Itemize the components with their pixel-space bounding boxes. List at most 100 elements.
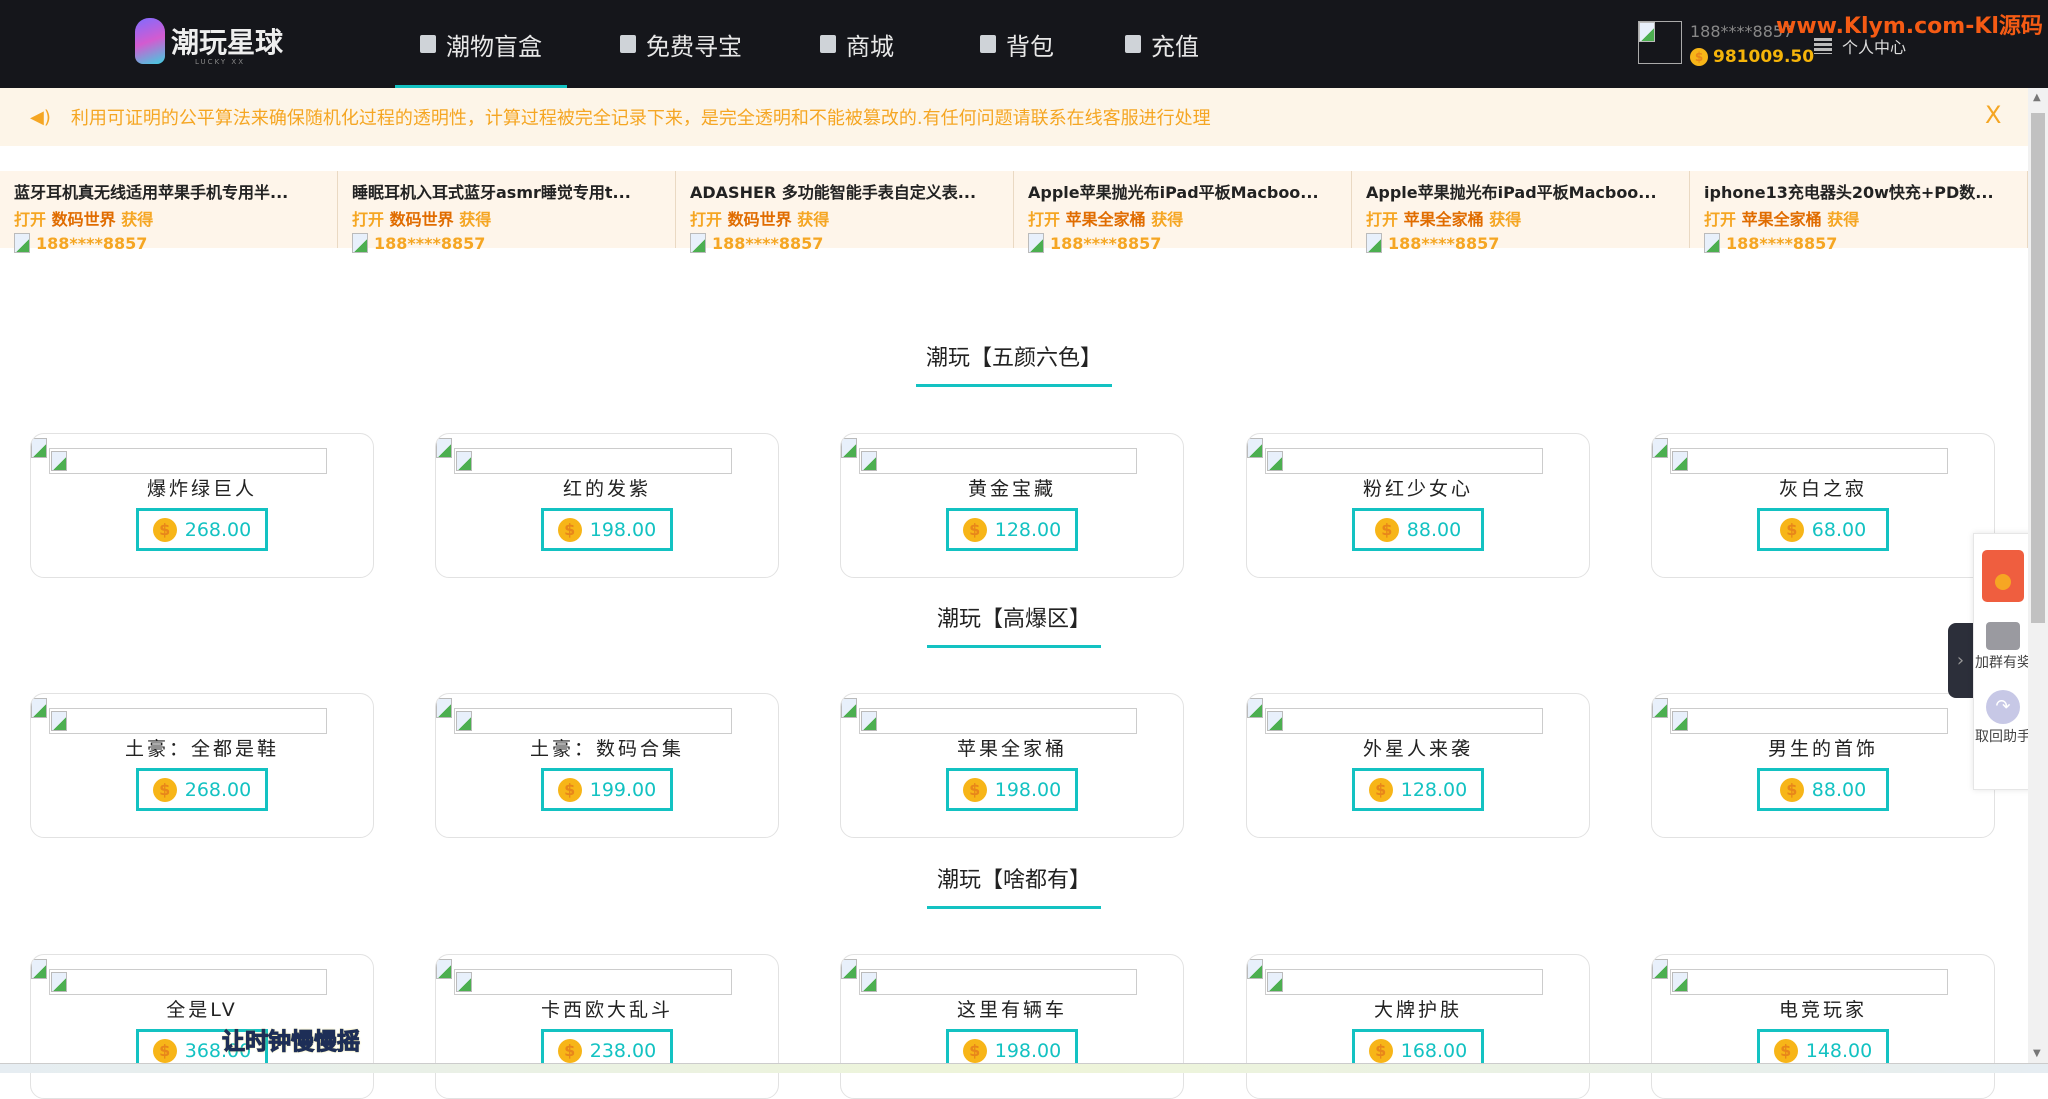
price-button[interactable]: $198.00 — [946, 768, 1078, 811]
list-icon — [1814, 38, 1832, 54]
blind-box-card[interactable]: 粉红少女心 $88.00 — [1246, 433, 1590, 578]
blind-box-card[interactable]: 外星人来袭 $128.00 — [1246, 693, 1590, 838]
watermark: www.Klym.com-Kl源码 — [1776, 14, 2043, 39]
blind-box-card[interactable]: 卡西欧大乱斗 $238.00 — [435, 954, 779, 1099]
box-name: 苹果全家桶 — [1741, 210, 1822, 229]
price-button[interactable]: $198.00 — [541, 508, 673, 551]
nav-item-0[interactable]: 潮物盲盒 — [395, 0, 567, 88]
box-image — [1670, 969, 1948, 995]
box-name: 苹果全家桶 — [956, 738, 1067, 760]
ticker-user: 188****8857 — [690, 233, 1013, 253]
box-name: 电竞玩家 — [1778, 999, 1867, 1021]
broken-image-icon — [31, 959, 47, 979]
broken-image-icon — [861, 711, 877, 731]
broken-image-icon — [1366, 233, 1382, 253]
box-name: 外星人来袭 — [1362, 738, 1473, 760]
shop-icon[interactable] — [1986, 622, 2020, 650]
coin-icon: $ — [962, 1038, 987, 1063]
scroll-down-icon[interactable]: ▼ — [2033, 1048, 2041, 1059]
blind-box-card[interactable]: 黄金宝藏 $128.00 — [840, 433, 1184, 578]
box-name: 土豪：全都是鞋 — [124, 738, 279, 760]
avatar[interactable] — [1638, 21, 1682, 64]
coin-icon: $ — [962, 517, 987, 542]
price-button[interactable]: $128.00 — [946, 508, 1078, 551]
scrollbar-thumb[interactable] — [2031, 113, 2045, 623]
user-balance: $981009.50 — [1690, 47, 1814, 67]
broken-image-icon — [1672, 451, 1688, 471]
nav-item-4[interactable]: 充值 — [1125, 0, 1199, 88]
broken-image-icon — [861, 451, 877, 471]
broken-image-icon — [1267, 972, 1283, 992]
coin-icon: $ — [1773, 1038, 1798, 1063]
share-arrow-icon[interactable]: ↷ — [1986, 690, 2020, 724]
coin-icon: $ — [1690, 48, 1708, 66]
float-widget: 加群有奖 ↷ 取回助手 — [1973, 533, 2044, 790]
ticker-item[interactable]: Apple苹果抛光布iPad平板Macboo... 打开 苹果全家桶 获得 18… — [1352, 171, 1690, 253]
ticker-item[interactable]: 睡眠耳机入耳式蓝牙asmr睡觉专用t... 打开 数码世界 获得 188****… — [338, 171, 676, 253]
box-image — [859, 708, 1137, 734]
ticker-title: 蓝牙耳机真无线适用苹果手机专用半... — [14, 183, 289, 202]
box-name: 卡西欧大乱斗 — [540, 999, 673, 1021]
price-button[interactable]: $88.00 — [1757, 768, 1889, 811]
ticker-action: 打开 数码世界 获得 — [690, 210, 830, 229]
ticker-item[interactable]: Apple苹果抛光布iPad平板Macboo... 打开 苹果全家桶 获得 18… — [1014, 171, 1352, 253]
price-button[interactable]: $268.00 — [136, 508, 268, 551]
blind-box-card[interactable]: 男生的首饰 $88.00 — [1651, 693, 1995, 838]
broken-image-icon — [820, 35, 836, 53]
close-icon[interactable]: X — [1985, 101, 2001, 129]
chevron-right-icon: › — [1956, 650, 1965, 671]
bag-icon — [980, 35, 996, 53]
coin-icon: $ — [152, 777, 177, 802]
price-button[interactable]: $88.00 — [1352, 508, 1484, 551]
price-button[interactable]: $268.00 — [136, 768, 268, 811]
blind-box-card[interactable]: 土豪：数码合集 $199.00 — [435, 693, 779, 838]
broken-image-icon — [1704, 233, 1720, 253]
broken-image-icon — [436, 438, 452, 458]
price-button[interactable]: $128.00 — [1352, 768, 1484, 811]
box-image — [859, 969, 1137, 995]
broken-image-icon — [31, 698, 47, 718]
blind-box-card[interactable]: 土豪：全都是鞋 $268.00 — [30, 693, 374, 838]
join-group-label[interactable]: 加群有奖 — [1974, 652, 2032, 672]
blind-box-card[interactable]: 电竞玩家 $148.00 — [1651, 954, 1995, 1099]
price-button[interactable]: $199.00 — [541, 768, 673, 811]
ticker-item[interactable]: ADASHER 多功能智能手表自定义表... 打开 数码世界 获得 188***… — [676, 171, 1014, 253]
box-name: 大牌护肤 — [1373, 999, 1462, 1021]
box-image — [1265, 448, 1543, 474]
logo[interactable]: 潮玩星球 LUCKY XX — [135, 18, 283, 66]
blind-box-card[interactable]: 苹果全家桶 $198.00 — [840, 693, 1184, 838]
overlay-text: 让时钟慢慢摇 — [222, 1029, 361, 1056]
box-image — [454, 969, 732, 995]
scrollbar[interactable]: ▲ ▼ — [2028, 88, 2048, 1063]
blind-box-card[interactable]: 大牌护肤 $168.00 — [1246, 954, 1590, 1099]
box-name: 灰白之寂 — [1778, 478, 1867, 500]
broken-image-icon — [352, 233, 368, 253]
speaker-icon: ◀) — [30, 106, 51, 128]
blind-box-card[interactable]: 灰白之寂 $68.00 — [1651, 433, 1995, 578]
winner-ticker: 蓝牙耳机真无线适用苹果手机专用半... 打开 数码世界 获得 188****88… — [0, 171, 2028, 253]
float-toggle-button[interactable]: › — [1948, 623, 1973, 698]
price-button[interactable]: $68.00 — [1757, 508, 1889, 551]
coin-icon: $ — [152, 1038, 177, 1063]
ticker-item[interactable]: 蓝牙耳机真无线适用苹果手机专用半... 打开 数码世界 获得 188****88… — [0, 171, 338, 253]
blind-box-card[interactable]: 红的发紫 $198.00 — [435, 433, 779, 578]
logo-figure-icon — [135, 18, 165, 64]
coin-icon: $ — [1779, 517, 1804, 542]
retrieve-helper-label[interactable]: 取回助手 — [1974, 726, 2032, 746]
nav-item-2[interactable]: 商城 — [820, 0, 894, 88]
blind-box-card[interactable]: 这里有辆车 $198.00 — [840, 954, 1184, 1099]
broken-image-icon — [1672, 972, 1688, 992]
broken-image-icon — [1652, 959, 1668, 979]
nav-item-1[interactable]: 免费寻宝 — [620, 0, 742, 88]
coin-icon: $ — [557, 517, 582, 542]
bottom-bar — [0, 1063, 2048, 1073]
box-image — [1265, 969, 1543, 995]
red-packet-icon[interactable] — [1982, 550, 2024, 602]
broken-image-icon — [1247, 959, 1263, 979]
coin-icon: $ — [557, 777, 582, 802]
blind-box-card[interactable]: 爆炸绿巨人 $268.00 — [30, 433, 374, 578]
nav-item-3[interactable]: 背包 — [980, 0, 1054, 88]
section-title: 潮玩【五颜六色】 — [0, 340, 2028, 387]
ticker-item[interactable]: iphone13充电器头20w快充+PD数... 打开 苹果全家桶 获得 188… — [1690, 171, 2028, 253]
scroll-up-icon[interactable]: ▲ — [2033, 92, 2041, 103]
